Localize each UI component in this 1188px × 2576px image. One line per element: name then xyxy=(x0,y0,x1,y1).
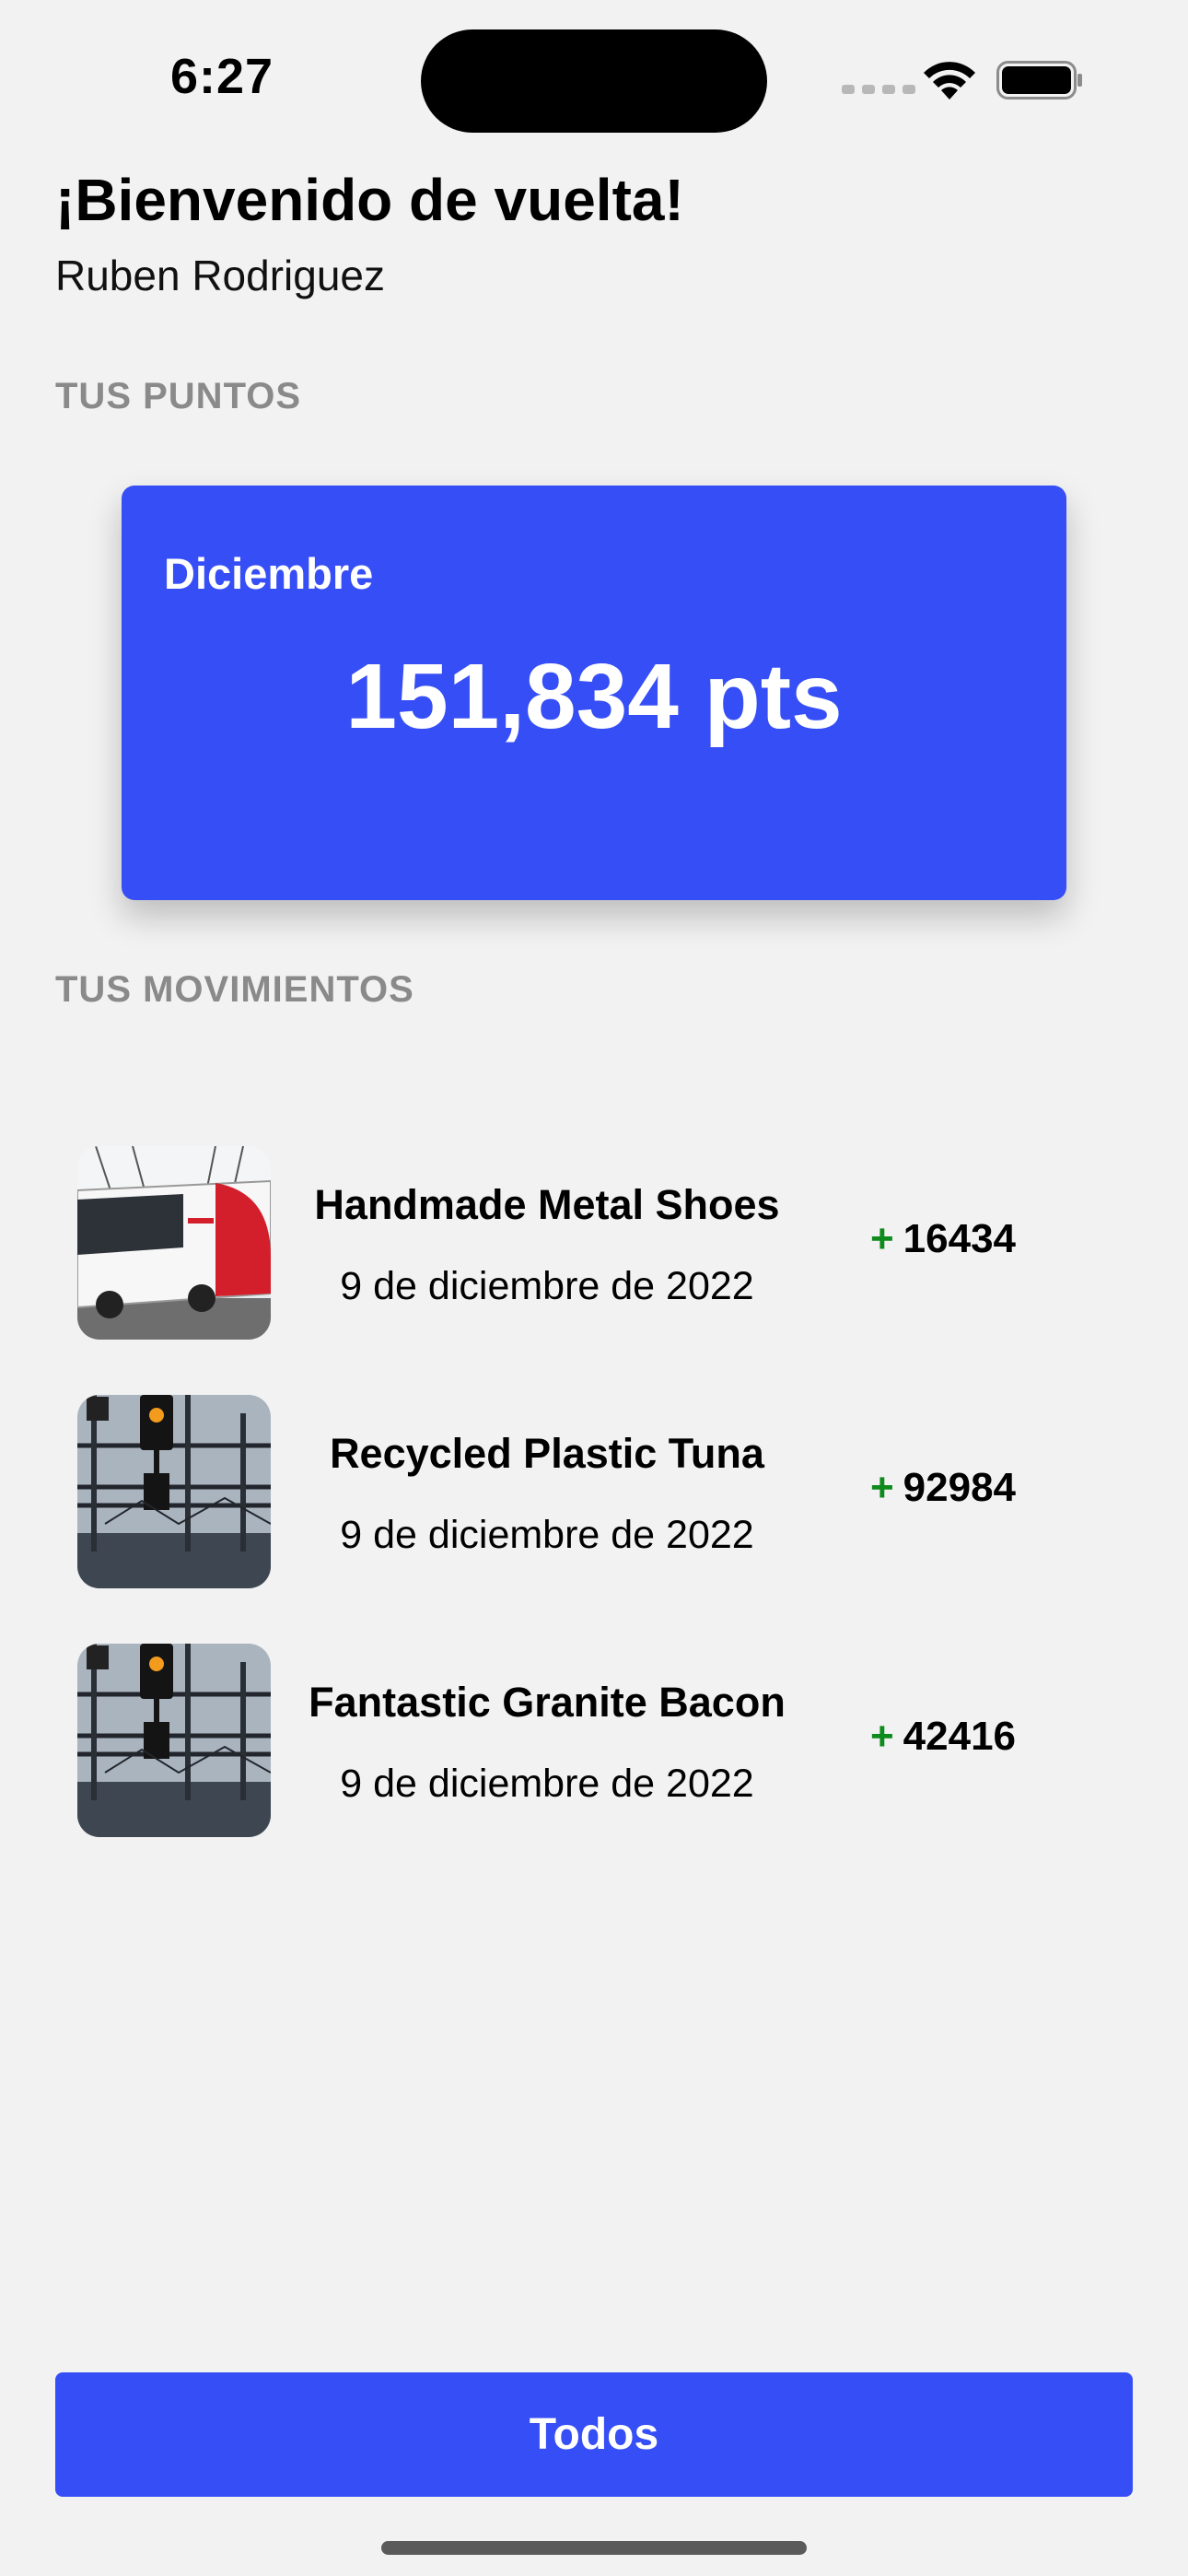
movement-title: Handmade Metal Shoes xyxy=(314,1181,780,1228)
home-indicator[interactable] xyxy=(381,2541,807,2555)
bus-photo-thumbnail xyxy=(77,1146,271,1340)
movement-points-value: 42416 xyxy=(903,1714,1017,1759)
movement-points: +42416 xyxy=(814,1714,1072,1760)
movement-points: +92984 xyxy=(814,1465,1072,1511)
greeting-title: ¡Bienvenido de vuelta! xyxy=(55,167,684,233)
movement-title: Recycled Plastic Tuna xyxy=(330,1430,764,1477)
dynamic-island xyxy=(421,29,767,133)
battery-icon xyxy=(996,61,1082,100)
plus-icon: + xyxy=(869,1465,894,1510)
movement-date: 9 de diciembre de 2022 xyxy=(340,1264,754,1308)
movements-section-title: TUS MOVIMIENTOS xyxy=(55,969,414,1010)
app-screen: 6:27 ¡Bienvenido de vuelta! Ruben Rodrig… xyxy=(0,0,1188,2576)
all-movements-button[interactable]: Todos xyxy=(55,2372,1133,2497)
movement-points-value: 92984 xyxy=(903,1465,1017,1510)
movement-item[interactable]: Recycled Plastic Tuna 9 de diciembre de … xyxy=(77,1395,1090,1590)
movement-item[interactable]: Handmade Metal Shoes 9 de diciembre de 2… xyxy=(77,1146,1090,1341)
points-total: 151,834 pts xyxy=(345,645,843,748)
points-month: Diciembre xyxy=(164,549,374,598)
cellular-icon xyxy=(842,85,915,94)
plus-icon: + xyxy=(869,1714,894,1759)
wifi-icon xyxy=(924,62,975,100)
movement-points-value: 16434 xyxy=(903,1216,1017,1261)
movement-date: 9 de diciembre de 2022 xyxy=(340,1762,754,1806)
railway-signal-photo-thumbnail xyxy=(77,1644,271,1837)
points-section-title: TUS PUNTOS xyxy=(55,376,302,416)
movement-title: Fantastic Granite Bacon xyxy=(309,1679,786,1726)
movement-date: 9 de diciembre de 2022 xyxy=(340,1513,754,1557)
movement-points: +16434 xyxy=(814,1216,1072,1262)
points-card: Diciembre 151,834 pts xyxy=(122,486,1066,900)
railway-signal-photo-thumbnail xyxy=(77,1395,271,1588)
status-time: 6:27 xyxy=(170,49,274,104)
movement-item[interactable]: Fantastic Granite Bacon 9 de diciembre d… xyxy=(77,1644,1090,1839)
user-name: Ruben Rodriguez xyxy=(55,252,386,299)
plus-icon: + xyxy=(869,1216,894,1261)
